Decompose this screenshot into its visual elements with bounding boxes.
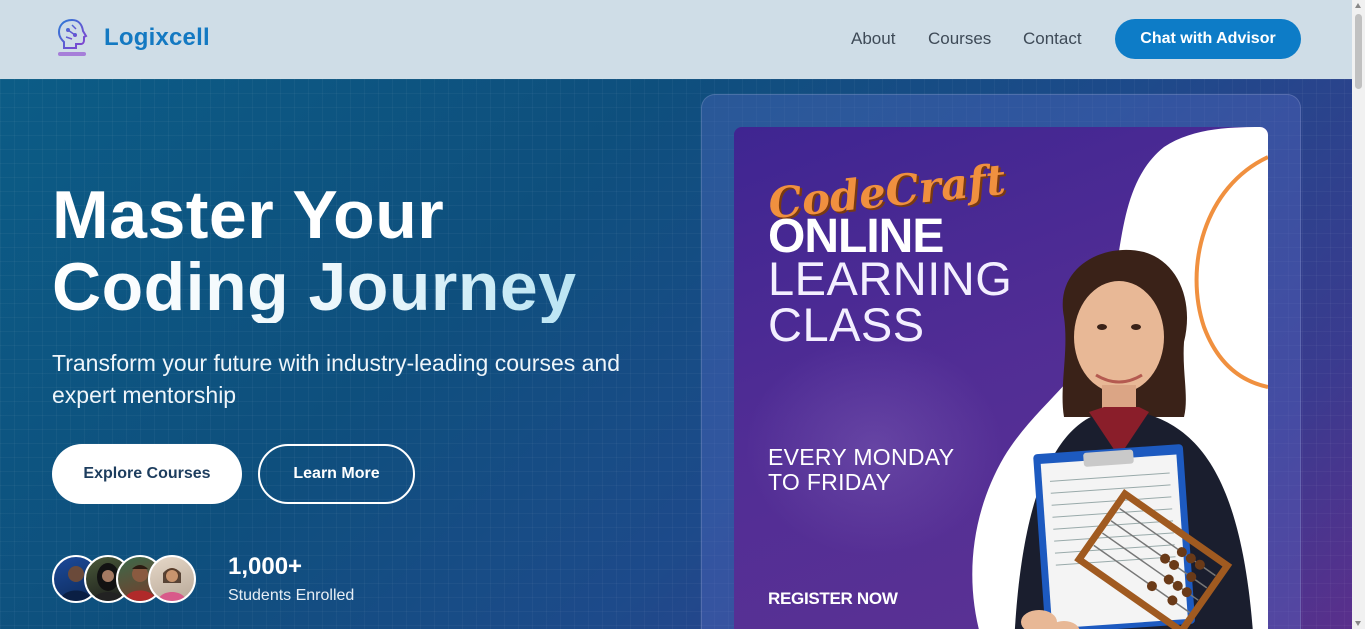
scrollbar-thumb[interactable] [1355,14,1362,89]
hero-title-line2: Coding Journey [52,249,577,325]
brand-name[interactable]: Logixcell [104,24,210,52]
poster-class-text: CLASS [768,298,925,351]
explore-courses-button[interactable]: Explore Courses [52,444,242,504]
learn-more-button[interactable]: Learn More [258,444,415,504]
page-scrollbar[interactable] [1352,0,1365,629]
nav-contact[interactable]: Contact [1023,29,1082,49]
poster-schedule: EVERY MONDAY TO FRIDAY [768,445,954,495]
poster-register-now[interactable]: REGISTER NOW [768,589,898,609]
student-avatars [52,555,202,605]
nav-about[interactable]: About [851,29,895,49]
students-label: Students Enrolled [228,587,355,604]
scroll-up-arrow-icon[interactable] [1355,3,1361,8]
site-header: Logixcell About Courses Contact Chat wit… [0,0,1352,79]
brain-circuit-logo-icon[interactable] [54,17,90,59]
scroll-down-arrow-icon[interactable] [1355,621,1361,626]
students-count: 1,000+ [228,553,303,580]
hero-title-line1: Master Your [52,177,445,253]
chat-with-advisor-button[interactable]: Chat with Advisor [1115,19,1301,59]
poster-schedule-line2: TO FRIDAY [768,469,892,495]
poster-schedule-line1: EVERY MONDAY [768,444,955,470]
avatar [148,555,196,603]
nav-courses[interactable]: Courses [928,29,991,49]
hero-subtitle: Transform your future with industry-lead… [52,350,621,408]
course-promo-poster[interactable]: CodeCraft ONLINE LEARNING CLASS EVERY MO… [734,127,1268,629]
